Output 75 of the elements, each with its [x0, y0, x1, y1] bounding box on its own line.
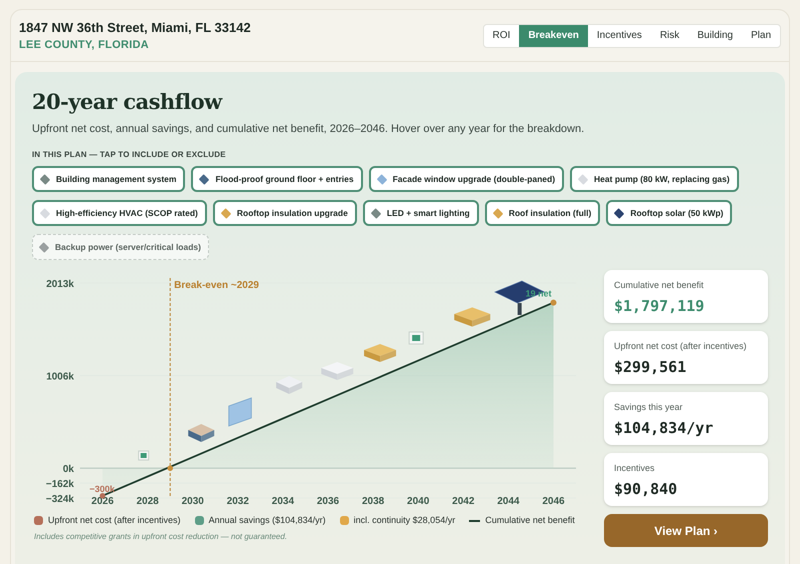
measure-icon: [38, 242, 50, 252]
hvac-unit-drawing: [276, 376, 302, 394]
stat-value: $90,840: [614, 478, 678, 500]
view-plan-button[interactable]: View Plan ›: [604, 514, 768, 547]
footnote: Includes competitive grants in upfront cost reduction — not guaranteed.: [34, 530, 288, 542]
legend-label: Upfront net cost (after incentives): [48, 514, 181, 527]
end-point: [550, 300, 556, 306]
x-axis-label: 2040: [407, 496, 430, 506]
x-axis-label: 2026: [91, 496, 114, 506]
start-point: [100, 493, 106, 499]
tab[interactable]: Breakeven: [519, 24, 588, 46]
x-axis-label: 2036: [316, 496, 340, 506]
end-value-label: 19 net: [525, 288, 552, 299]
legend-label: Cumulative net benefit: [485, 514, 575, 527]
measure-icon: [40, 174, 50, 184]
x-axis-label: 2042: [452, 496, 474, 506]
plan-label: IN THIS PLAN — TAP TO INCLUDE OR EXCLUDE: [32, 149, 227, 161]
stat-value: $1,797,119: [614, 296, 706, 316]
measure-icon: [40, 208, 50, 218]
x-axis-label: 2044: [497, 496, 520, 506]
x-axis-label: 2034: [272, 496, 294, 506]
stat-label: Upfront net cost (after incentives): [614, 340, 748, 353]
heat-pump-drawing: [321, 362, 354, 380]
tab[interactable]: ROI: [484, 24, 520, 46]
measure-icon: [370, 208, 382, 218]
measure-chip[interactable]: Backup power (server/critical loads): [32, 234, 209, 260]
legend-label: Annual savings ($104,834/yr): [208, 514, 326, 527]
measure-icon: [376, 174, 387, 184]
tab[interactable]: Building: [688, 24, 742, 46]
section-title: 20-year cashflow: [32, 88, 224, 116]
measure-chip[interactable]: Rooftop insulation upgrade: [212, 200, 357, 226]
lighting-panel-drawing: [408, 332, 424, 344]
measure-chip[interactable]: High-efficiency HVAC (SCOP rated): [32, 200, 207, 226]
tab[interactable]: Incentives: [588, 24, 651, 46]
lighting-panel-drawing: [138, 450, 150, 460]
y-axis-label: −162k: [46, 479, 74, 490]
measure-chip[interactable]: Heat pump (80 kW, replacing gas): [570, 166, 739, 192]
x-axis-label: 2032: [226, 496, 249, 506]
measure-chip[interactable]: Rooftop solar (50 kWp): [606, 200, 732, 226]
section-subtitle: Upfront net cost, annual savings, and cumulative net benefit, 2026–2046. Hover over any year for the breakdown.: [32, 122, 586, 136]
x-axis-label: 2046: [542, 496, 565, 506]
stat-value: $299,561: [614, 356, 688, 378]
stat-label: Incentives: [614, 462, 656, 475]
y-axis-label: 2013k: [46, 279, 74, 290]
legend-label: incl. continuity $28,054/yr: [354, 514, 456, 527]
measure-chip[interactable]: Building management system: [32, 166, 186, 192]
measure-icon: [614, 208, 625, 218]
y-axis-label: 1006k: [46, 372, 74, 383]
stat-label: Cumulative net benefit: [614, 279, 705, 292]
y-axis-label: 0k: [62, 464, 74, 476]
insulation-slab-drawing: [364, 344, 396, 362]
flood-barrier-drawing: [188, 424, 214, 442]
tab[interactable]: Plan: [742, 24, 780, 46]
x-axis-label: 2028: [136, 496, 159, 506]
measure-chip[interactable]: Facade window upgrade (double-paned): [368, 166, 564, 192]
measure-icon: [578, 174, 588, 184]
measure-icon: [199, 174, 210, 184]
measure-chip[interactable]: LED + smart lighting: [362, 200, 479, 226]
address-title: 1847 NW 36th Street, Miami, FL 33142: [19, 18, 251, 36]
break-even-label: Break-even ~2029: [174, 280, 259, 291]
x-axis-label: 2038: [362, 496, 384, 506]
window-panel-drawing: [228, 397, 252, 427]
x-axis-label: 2030: [182, 496, 204, 506]
stat-label: Savings this year: [614, 401, 684, 414]
break-even-marker: [167, 465, 173, 471]
county-label: LEE COUNTY, FLORIDA: [19, 38, 150, 53]
measure-chip[interactable]: Flood-proof ground floor + entries: [191, 166, 363, 192]
measure-icon: [492, 208, 504, 218]
stat-value: $104,834/yr: [614, 418, 714, 438]
start-value-label: −300k: [90, 484, 115, 494]
insulation-slab-drawing: [454, 307, 490, 327]
y-axis-label: −324k: [46, 494, 74, 505]
measure-icon: [220, 208, 232, 218]
tab[interactable]: Risk: [650, 24, 688, 46]
measure-chip[interactable]: Roof insulation (full): [484, 200, 600, 226]
